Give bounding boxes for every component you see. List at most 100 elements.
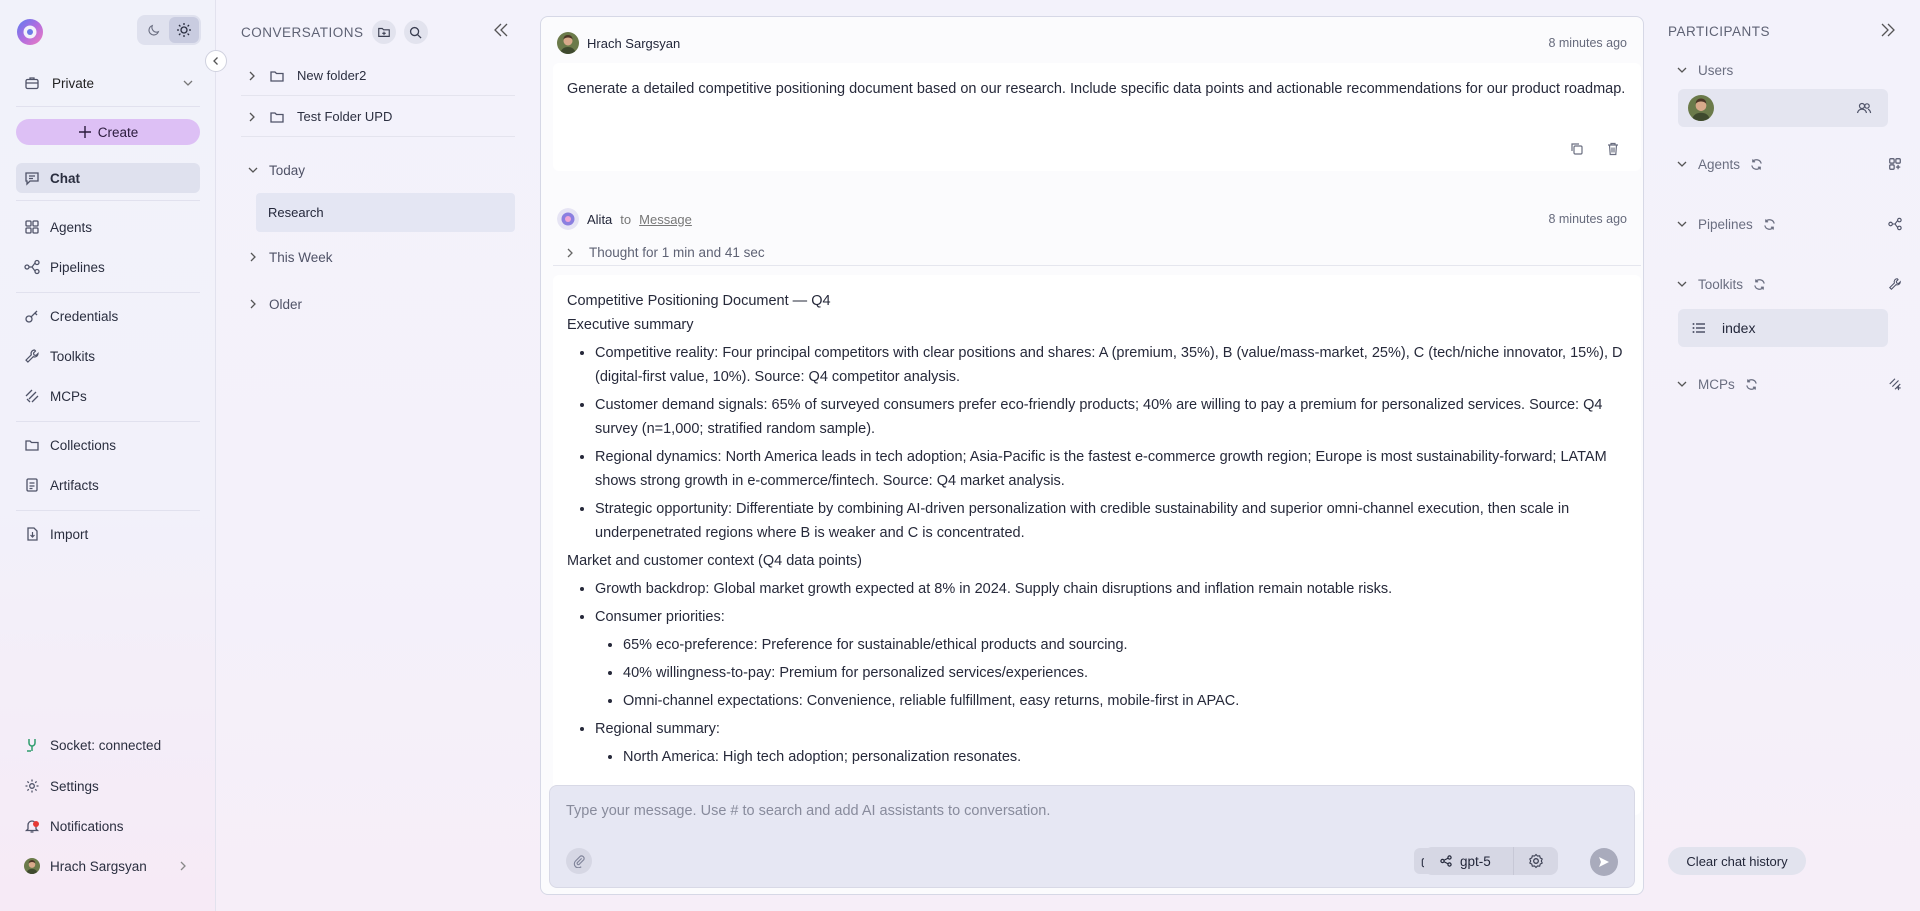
conversation-item-active[interactable]: Research bbox=[256, 193, 515, 232]
list-item: 65% eco-preference: Preference for susta… bbox=[623, 633, 1627, 657]
chevron-right-icon bbox=[250, 252, 256, 262]
create-label: Create bbox=[97, 124, 139, 140]
light-mode-button[interactable] bbox=[169, 17, 199, 43]
send-button[interactable] bbox=[1590, 848, 1618, 876]
divider bbox=[16, 292, 200, 293]
refresh-icon[interactable] bbox=[1750, 158, 1763, 171]
toolkit-item-label: index bbox=[1722, 320, 1756, 336]
copy-icon[interactable] bbox=[1569, 141, 1585, 157]
participants-agents-section[interactable]: Agents bbox=[1676, 153, 1902, 175]
search-conversations-button[interactable] bbox=[403, 20, 428, 44]
message-author: Hrach Sargsyan bbox=[587, 35, 681, 51]
folder-row[interactable]: Test Folder UPD bbox=[241, 97, 515, 137]
group-older[interactable]: Older bbox=[241, 291, 515, 317]
user-menu[interactable]: Hrach Sargsyan bbox=[16, 851, 200, 881]
pipelines-icon bbox=[24, 259, 40, 275]
refresh-icon[interactable] bbox=[1753, 278, 1766, 291]
gear-icon bbox=[25, 779, 39, 793]
mcp-icon bbox=[25, 389, 39, 403]
toolkits-section-label: Toolkits bbox=[1698, 276, 1744, 292]
assistant-answer: Competitive Positioning Document — Q4 Ex… bbox=[553, 275, 1641, 815]
new-folder-button[interactable] bbox=[371, 20, 396, 44]
participants-toolkits-section[interactable]: Toolkits bbox=[1676, 273, 1902, 295]
trash-icon[interactable] bbox=[1605, 141, 1621, 157]
add-toolkit-icon[interactable] bbox=[1888, 277, 1902, 291]
add-pipeline-icon[interactable] bbox=[1888, 217, 1902, 231]
refresh-icon[interactable] bbox=[1745, 378, 1758, 391]
users-icon[interactable] bbox=[1856, 100, 1872, 116]
message-target-link[interactable]: Message bbox=[639, 212, 692, 227]
create-button[interactable]: Create bbox=[16, 119, 200, 145]
chevron-right-icon bbox=[249, 112, 255, 121]
nav-settings[interactable]: Settings bbox=[16, 771, 200, 801]
collapse-conversations-button[interactable] bbox=[493, 22, 509, 38]
folder-plus-icon bbox=[377, 27, 390, 37]
nav-collections-label: Collections bbox=[50, 437, 117, 453]
nav-collections[interactable]: Collections bbox=[16, 430, 200, 460]
chevron-right-icon bbox=[249, 71, 255, 80]
market-list: Growth backdrop: Global market growth ex… bbox=[567, 577, 1627, 769]
collapse-participants-button[interactable] bbox=[1880, 22, 1896, 38]
workspace-label: Private bbox=[52, 75, 95, 91]
answer-exec-heading: Executive summary bbox=[567, 317, 694, 333]
nav-toolkits[interactable]: Toolkits bbox=[16, 341, 200, 371]
model-settings-button[interactable] bbox=[1514, 847, 1558, 875]
chevron-right-icon bbox=[250, 299, 256, 309]
attach-button[interactable] bbox=[566, 848, 592, 874]
chevron-down-icon bbox=[1677, 161, 1687, 167]
list-item: Competitive reality: Four principal comp… bbox=[595, 341, 1627, 389]
workspace-selector[interactable]: Private bbox=[16, 70, 200, 96]
folder-icon bbox=[270, 70, 284, 82]
exec-summary-list: Competitive reality: Four principal comp… bbox=[567, 341, 1627, 545]
collapse-sidebar-button[interactable] bbox=[205, 50, 227, 72]
to-label: to bbox=[620, 211, 632, 227]
nav-settings-label: Settings bbox=[50, 778, 99, 794]
plus-icon bbox=[78, 126, 91, 138]
nav-pipelines[interactable]: Pipelines bbox=[16, 252, 200, 282]
toolkit-item[interactable]: index bbox=[1678, 309, 1888, 347]
chevron-down-icon bbox=[1677, 281, 1687, 287]
assistant-message-time: 8 minutes ago bbox=[1548, 212, 1627, 226]
chevron-down-icon bbox=[1677, 381, 1687, 387]
nav-agents-label: Agents bbox=[50, 219, 93, 235]
chevron-down-icon bbox=[1677, 221, 1687, 227]
message-input[interactable] bbox=[566, 800, 1606, 822]
refresh-icon[interactable] bbox=[1763, 218, 1776, 231]
folder-row[interactable]: New folder2 bbox=[241, 56, 515, 96]
group-this-week[interactable]: This Week bbox=[241, 244, 515, 270]
assistant-message-header: Alita to Message bbox=[557, 208, 692, 230]
folder-label: Test Folder UPD bbox=[297, 109, 393, 124]
nav-agents[interactable]: Agents bbox=[16, 212, 200, 242]
nav-import[interactable]: Import bbox=[16, 519, 200, 549]
consumer-list: 65% eco-preference: Preference for susta… bbox=[595, 633, 1627, 713]
nav-artifacts[interactable]: Artifacts bbox=[16, 470, 200, 500]
nav-credentials[interactable]: Credentials bbox=[16, 301, 200, 331]
group-this-week-label: This Week bbox=[269, 249, 333, 265]
add-agent-icon[interactable] bbox=[1888, 157, 1902, 171]
nav-mcps[interactable]: MCPs bbox=[16, 381, 200, 411]
group-today[interactable]: Today bbox=[241, 157, 515, 183]
nav-notifications[interactable]: Notifications bbox=[16, 811, 200, 841]
participants-mcps-section[interactable]: MCPs bbox=[1676, 373, 1902, 395]
dark-mode-button[interactable] bbox=[139, 17, 169, 43]
model-controls: gpt-5 bbox=[1424, 847, 1558, 875]
divider bbox=[16, 200, 200, 201]
paperclip-icon bbox=[573, 855, 585, 868]
thought-toggle[interactable]: Thought for 1 min and 41 sec bbox=[553, 240, 1641, 266]
participant-user-card[interactable] bbox=[1678, 89, 1888, 127]
user-message-text: Generate a detailed competitive position… bbox=[567, 81, 1626, 97]
answer-market-heading: Market and customer context (Q4 data poi… bbox=[567, 553, 862, 569]
app-logo[interactable] bbox=[16, 18, 44, 46]
participants-users-section[interactable]: Users bbox=[1676, 59, 1902, 81]
consumer-heading: Consumer priorities: bbox=[595, 609, 725, 625]
nav-chat[interactable]: Chat bbox=[16, 163, 200, 193]
model-selector[interactable]: gpt-5 bbox=[1424, 847, 1514, 875]
add-mcp-icon[interactable] bbox=[1888, 377, 1902, 391]
participants-pipelines-section[interactable]: Pipelines bbox=[1676, 213, 1902, 235]
list-icon bbox=[1692, 323, 1705, 333]
message-time: 8 minutes ago bbox=[1548, 36, 1627, 50]
list-item: 40% willingness-to-pay: Premium for pers… bbox=[623, 661, 1627, 685]
theme-toggle bbox=[137, 15, 201, 45]
share-icon bbox=[1440, 855, 1452, 867]
clear-chat-history-button[interactable]: Clear chat history bbox=[1668, 847, 1806, 875]
